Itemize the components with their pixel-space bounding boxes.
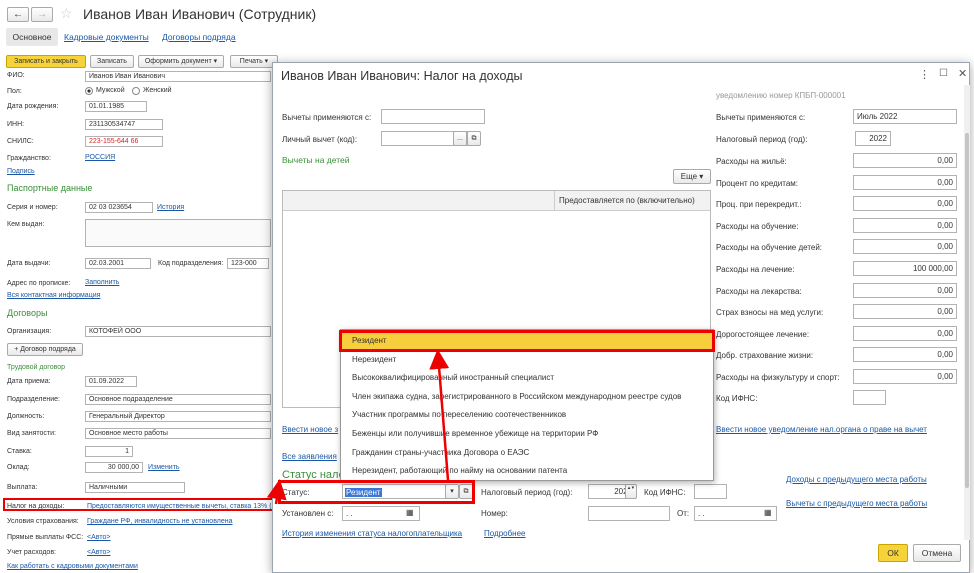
arrow-to-dialog [266, 479, 287, 505]
annotation-arrows [266, 349, 450, 505]
arrow-to-resident [429, 349, 450, 481]
screen: ← → ☆ Иванов Иван Иванович (Сотрудник) О… [0, 0, 974, 573]
